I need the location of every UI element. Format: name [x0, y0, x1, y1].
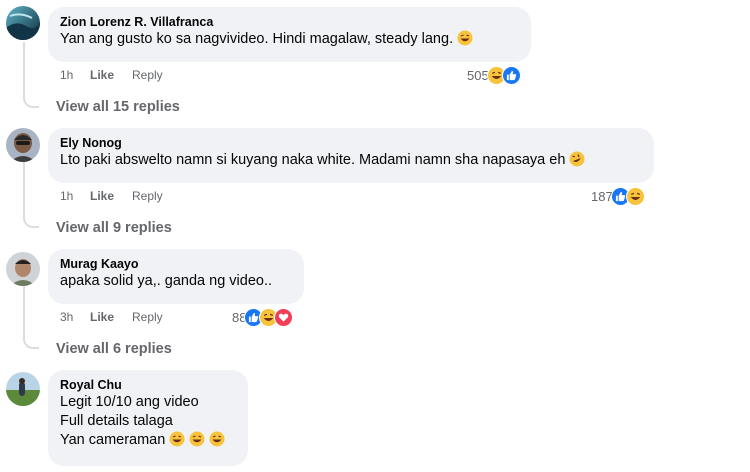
comment-author[interactable]: Zion Lorenz R. Villafranca	[60, 14, 519, 30]
comment-time[interactable]: 1h	[60, 68, 90, 82]
comment-author[interactable]: Royal Chu	[60, 377, 236, 393]
view-replies-link[interactable]: View all 15 replies	[56, 98, 180, 116]
thread-curve	[23, 335, 39, 349]
like-button[interactable]: Like	[90, 68, 132, 82]
avatar[interactable]	[6, 372, 40, 406]
comment-line: Legit 10/10 ang video	[60, 394, 199, 410]
thread-curve	[23, 214, 39, 228]
reply-button[interactable]: Reply	[132, 68, 163, 82]
thread-line	[23, 42, 25, 96]
comment-actions: 1h Like Reply	[60, 68, 163, 82]
avatar[interactable]	[6, 128, 40, 162]
comment-author[interactable]: Ely Nonog	[60, 135, 642, 151]
comment-text: apaka solid ya,. ganda ng video..	[60, 273, 273, 289]
love-reaction-icon	[274, 308, 294, 327]
comment-actions: 1h Like Reply	[60, 189, 163, 203]
like-button[interactable]: Like	[90, 189, 132, 203]
avatar[interactable]	[6, 6, 40, 40]
comment-bubble: Zion Lorenz R. Villafranca Yan ang gusto…	[48, 7, 531, 62]
reaction-summary[interactable]: 187	[591, 187, 645, 206]
reaction-count: 505	[467, 68, 489, 83]
comment-bubble: Murag Kaayo apaka solid ya,. ganda ng vi…	[48, 249, 304, 304]
comment-text: Yan cameraman	[60, 431, 236, 453]
reaction-summary[interactable]: 505	[467, 66, 521, 85]
comment-actions: 3h Like Reply	[60, 310, 163, 324]
laughing-emoji-icon	[169, 431, 185, 453]
laughing-emoji-icon	[209, 431, 225, 453]
comment-text: Yan ang gusto ko sa nagvivideo. Hindi ma…	[60, 30, 519, 52]
laughing-emoji-icon	[189, 431, 205, 453]
rolling-laughing-emoji-icon	[569, 151, 585, 173]
reaction-count: 187	[591, 189, 613, 204]
thread-line	[23, 280, 25, 338]
laughing-emoji-icon	[457, 30, 473, 52]
like-reaction-icon	[501, 66, 521, 85]
comment-author[interactable]: Murag Kaayo	[60, 256, 292, 272]
comment-time[interactable]: 1h	[60, 189, 90, 203]
comment-bubble: Royal Chu Legit 10/10 ang video Full det…	[48, 370, 248, 466]
comment-line: Yan cameraman	[60, 432, 166, 448]
haha-reaction-icon	[625, 187, 645, 206]
comment-line: Full details talaga	[60, 413, 173, 429]
reaction-summary[interactable]: 88	[232, 308, 294, 327]
comment-text: Lto paki abswelto namn si kuyang naka wh…	[60, 151, 642, 173]
reply-button[interactable]: Reply	[132, 189, 163, 203]
thread-curve	[23, 94, 39, 108]
like-button[interactable]: Like	[90, 310, 132, 324]
comment-time[interactable]: 3h	[60, 310, 90, 324]
reply-button[interactable]: Reply	[132, 310, 163, 324]
view-replies-link[interactable]: View all 9 replies	[56, 219, 172, 237]
thread-line	[23, 160, 25, 218]
comment-line: Yan ang gusto ko sa nagvivideo. Hindi ma…	[60, 31, 454, 47]
avatar[interactable]	[6, 252, 40, 286]
comment-line: Lto paki abswelto namn si kuyang naka wh…	[60, 152, 566, 168]
comment-bubble: Ely Nonog Lto paki abswelto namn si kuya…	[48, 128, 654, 183]
view-replies-link[interactable]: View all 6 replies	[56, 340, 172, 358]
